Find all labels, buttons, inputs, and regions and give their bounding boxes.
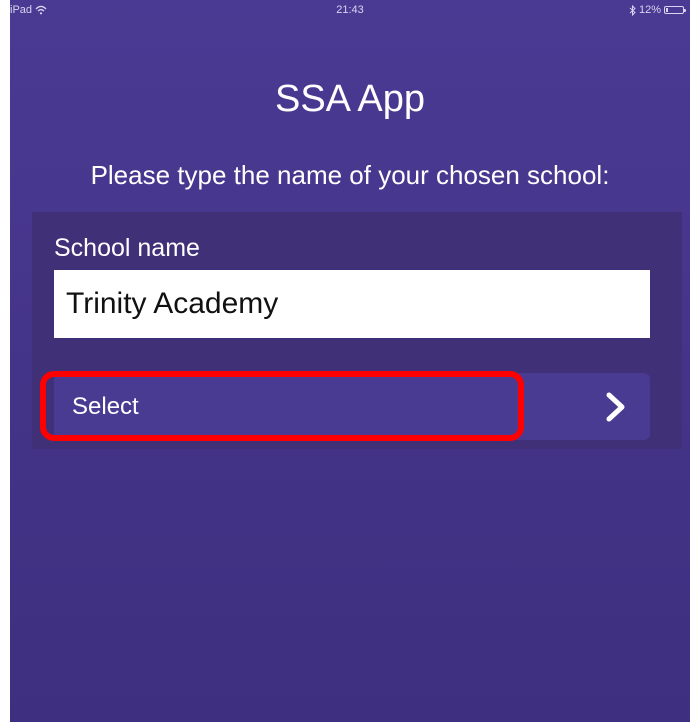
school-form-panel: School name Select [32,212,682,449]
battery-percent: 12% [638,4,661,16]
school-name-input[interactable] [54,270,650,338]
status-right: 12% [629,4,686,16]
select-label: Select [72,393,139,420]
battery-icon [664,6,686,14]
select-button[interactable]: Select [54,373,650,440]
school-prompt: Please type the name of your chosen scho… [90,160,610,190]
battery-level-fill [666,8,668,12]
bluetooth-icon [629,4,636,16]
status-bar: iPad 21:43 12% [10,0,690,20]
battery-tip [684,9,686,12]
status-time: 21:43 [336,4,364,16]
app-screen: iPad 21:43 12% SSA App Please type the n… [10,0,690,722]
page-title: SSA App [274,78,425,120]
chevron-right-icon [606,392,625,422]
school-name-label: School name [54,234,200,262]
